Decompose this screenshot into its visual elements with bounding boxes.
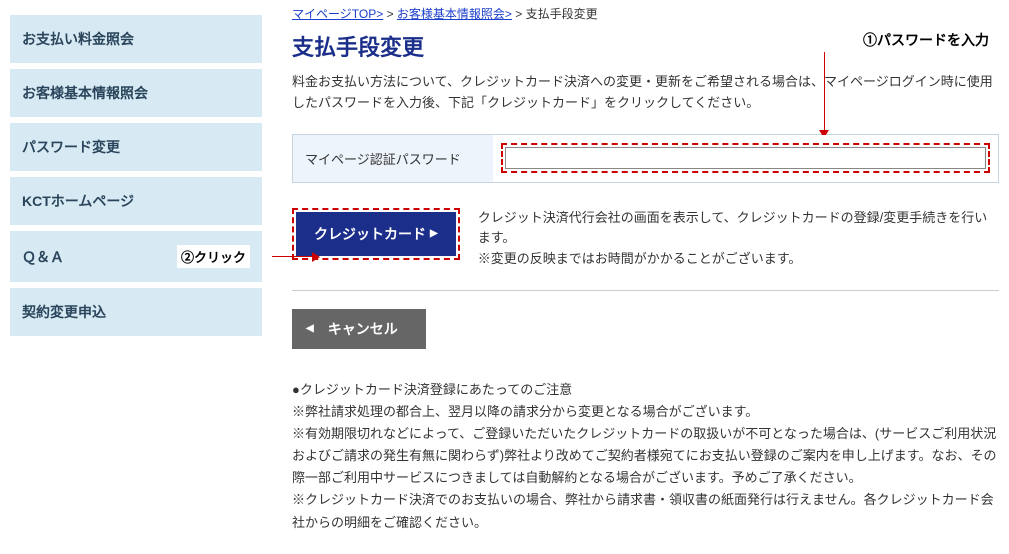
- credit-card-button[interactable]: クレジットカード ▶: [296, 212, 456, 256]
- sidebar: お支払い料金照会 お客様基本情報照会 パスワード変更 KCTホームページ Ｑ＆Ａ…: [0, 0, 262, 342]
- sidebar-item-password-change[interactable]: パスワード変更: [10, 123, 262, 171]
- annotation-dashed-input: [501, 143, 990, 173]
- credit-card-description: クレジット決済代行会社の画面を表示して、クレジットカードの登録/変更手続きを行い…: [478, 208, 999, 270]
- sidebar-item-contract-change[interactable]: 契約変更申込: [10, 288, 262, 336]
- cc-desc-line2: ※変更の反映まではお時間がかかることがございます。: [478, 249, 999, 270]
- breadcrumb-link-info[interactable]: お客様基本情報照会>: [397, 7, 512, 21]
- cancel-button-label: キャンセル: [328, 319, 398, 339]
- breadcrumb-current: 支払手段変更: [526, 7, 598, 21]
- annotation-step2: ②クリック: [177, 245, 250, 268]
- arrow-down-icon: [819, 52, 829, 138]
- notice-line: ※弊社請求処理の都合上、翌月以降の請求分から変更となる場合がございます。: [292, 401, 999, 423]
- annotation-step1: ①パスワードを入力: [863, 30, 989, 50]
- cc-desc-line1: クレジット決済代行会社の画面を表示して、クレジットカードの登録/変更手続きを行い…: [478, 208, 999, 250]
- chevron-left-icon: ◀: [306, 323, 314, 334]
- breadcrumb-link-top[interactable]: マイページTOP>: [292, 7, 383, 21]
- chevron-right-icon: ▶: [430, 228, 438, 239]
- sidebar-item-customer-info[interactable]: お客様基本情報照会: [10, 69, 262, 117]
- notice-block: ●クレジットカード決済登録にあたってのご注意 ※弊社請求処理の都合上、翌月以降の…: [292, 379, 999, 534]
- intro-text: 料金お支払い方法について、クレジットカード決済への変更・更新をご希望される場合は…: [292, 72, 999, 114]
- password-row: マイページ認証パスワード: [292, 134, 999, 183]
- arrow-right-icon: [272, 252, 320, 262]
- password-input[interactable]: [505, 147, 986, 169]
- breadcrumb-sep: >: [515, 7, 525, 21]
- sidebar-item-payment-inquiry[interactable]: お支払い料金照会: [10, 15, 262, 63]
- breadcrumb: マイページTOP> > お客様基本情報照会> > 支払手段変更: [292, 5, 999, 22]
- divider: [292, 290, 999, 291]
- sidebar-item-kct-homepage[interactable]: KCTホームページ: [10, 177, 262, 225]
- sidebar-item-qa[interactable]: Ｑ＆Ａ ②クリック: [10, 231, 262, 282]
- breadcrumb-sep: >: [387, 7, 397, 21]
- notice-line: ※有効期限切れなどによって、ご登録いただいたクレジットカードの取扱いが不可となっ…: [292, 423, 999, 489]
- password-label: マイページ認証パスワード: [293, 135, 493, 182]
- cancel-button[interactable]: ◀ キャンセル: [292, 309, 426, 349]
- page-title: 支払手段変更: [292, 30, 424, 62]
- notice-line: ※クレジットカード決済でのお支払いの場合、弊社から請求書・領収書の紙面発行は行え…: [292, 489, 999, 533]
- main-content: マイページTOP> > お客様基本情報照会> > 支払手段変更 支払手段変更 ①…: [262, 0, 1009, 554]
- credit-card-button-label: クレジットカード: [314, 224, 426, 244]
- sidebar-item-label: Ｑ＆Ａ: [22, 247, 64, 267]
- notice-heading: ●クレジットカード決済登録にあたってのご注意: [292, 379, 999, 401]
